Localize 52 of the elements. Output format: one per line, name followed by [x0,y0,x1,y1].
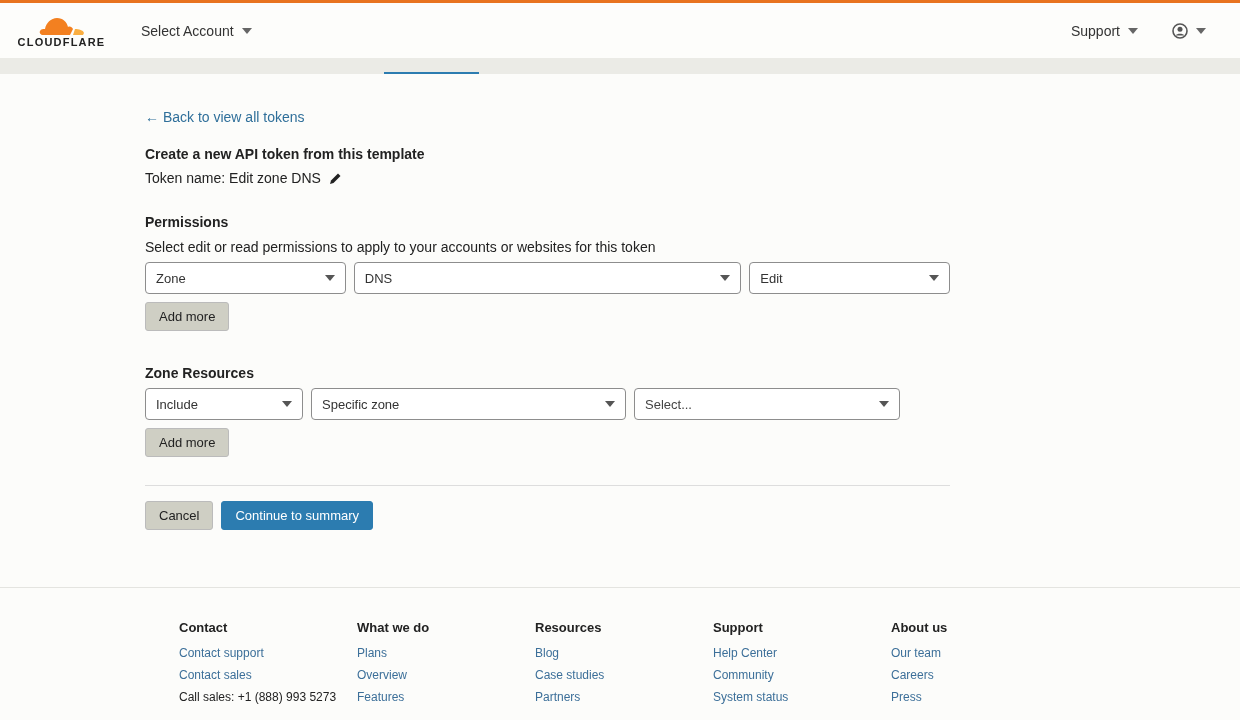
footer-link[interactable]: Community [713,668,891,682]
account-menu[interactable]: Select Account [141,22,252,39]
select-field[interactable]: Include [145,388,303,420]
add-more-button[interactable]: Add more [145,302,230,331]
footer-link[interactable]: Careers [891,668,1069,682]
logo-text: CLOUDFLARE [17,35,106,48]
caret-icon [879,401,889,407]
footer-link[interactable]: Help Center [713,646,891,660]
add-more-button[interactable]: Add more [145,428,230,457]
caret-icon [241,27,252,34]
footer-link[interactable]: Features [357,690,535,704]
select-field[interactable]: Select... [634,388,900,420]
user-menu[interactable] [1172,22,1206,39]
footer-link[interactable]: Our team [891,646,1069,660]
footer-link[interactable]: System status [713,690,891,704]
select-field[interactable]: Specific zone [311,388,626,420]
footer-heading: What we do [357,620,431,635]
page-title: Create a new API token from this template [145,146,426,162]
footer-link[interactable]: Plans [357,646,535,660]
caret-icon [1128,27,1138,34]
cancel-button[interactable]: Cancel [145,501,214,530]
footer-link[interactable]: Contact sales [179,668,357,682]
footer-link[interactable]: Press [891,690,1069,704]
select-field[interactable]: DNS [353,262,742,294]
caret-icon [720,275,731,281]
pencil-icon[interactable] [328,171,342,185]
token-name: Token name: Edit zone DNS [145,170,321,186]
section-heading: Permissions [145,214,230,230]
footer-heading: Contact [179,620,229,635]
logo[interactable]: CLOUDFLARE [14,13,109,48]
footer-link[interactable]: Blog [535,646,713,660]
footer-heading: About us [891,620,949,635]
footer-link[interactable]: Partners [535,690,713,704]
support-menu[interactable]: Support [1070,22,1138,39]
footer-link[interactable]: Contact support [179,646,357,660]
select-field[interactable]: Zone [145,262,346,294]
caret-icon [282,401,292,407]
user-icon [1172,22,1188,39]
section-heading: Zone Resources [145,365,255,381]
back-link[interactable]: ← Back to view all tokens [145,109,305,125]
footer-text: Call sales: +1 (888) 993 5273 [179,690,338,704]
footer-link[interactable]: Case studies [535,668,713,682]
section-description: Select edit or read permissions to apply to your accounts or websites for this token [145,239,657,255]
caret-icon [1196,27,1206,34]
continue-button[interactable]: Continue to summary [221,501,374,530]
footer-link[interactable]: Overview [357,668,535,682]
footer-heading: Resources [535,620,603,635]
select-field[interactable]: Edit [749,262,950,294]
caret-icon [324,275,335,281]
caret-icon [605,401,615,407]
caret-icon [929,275,939,281]
footer-heading: Support [713,620,764,635]
